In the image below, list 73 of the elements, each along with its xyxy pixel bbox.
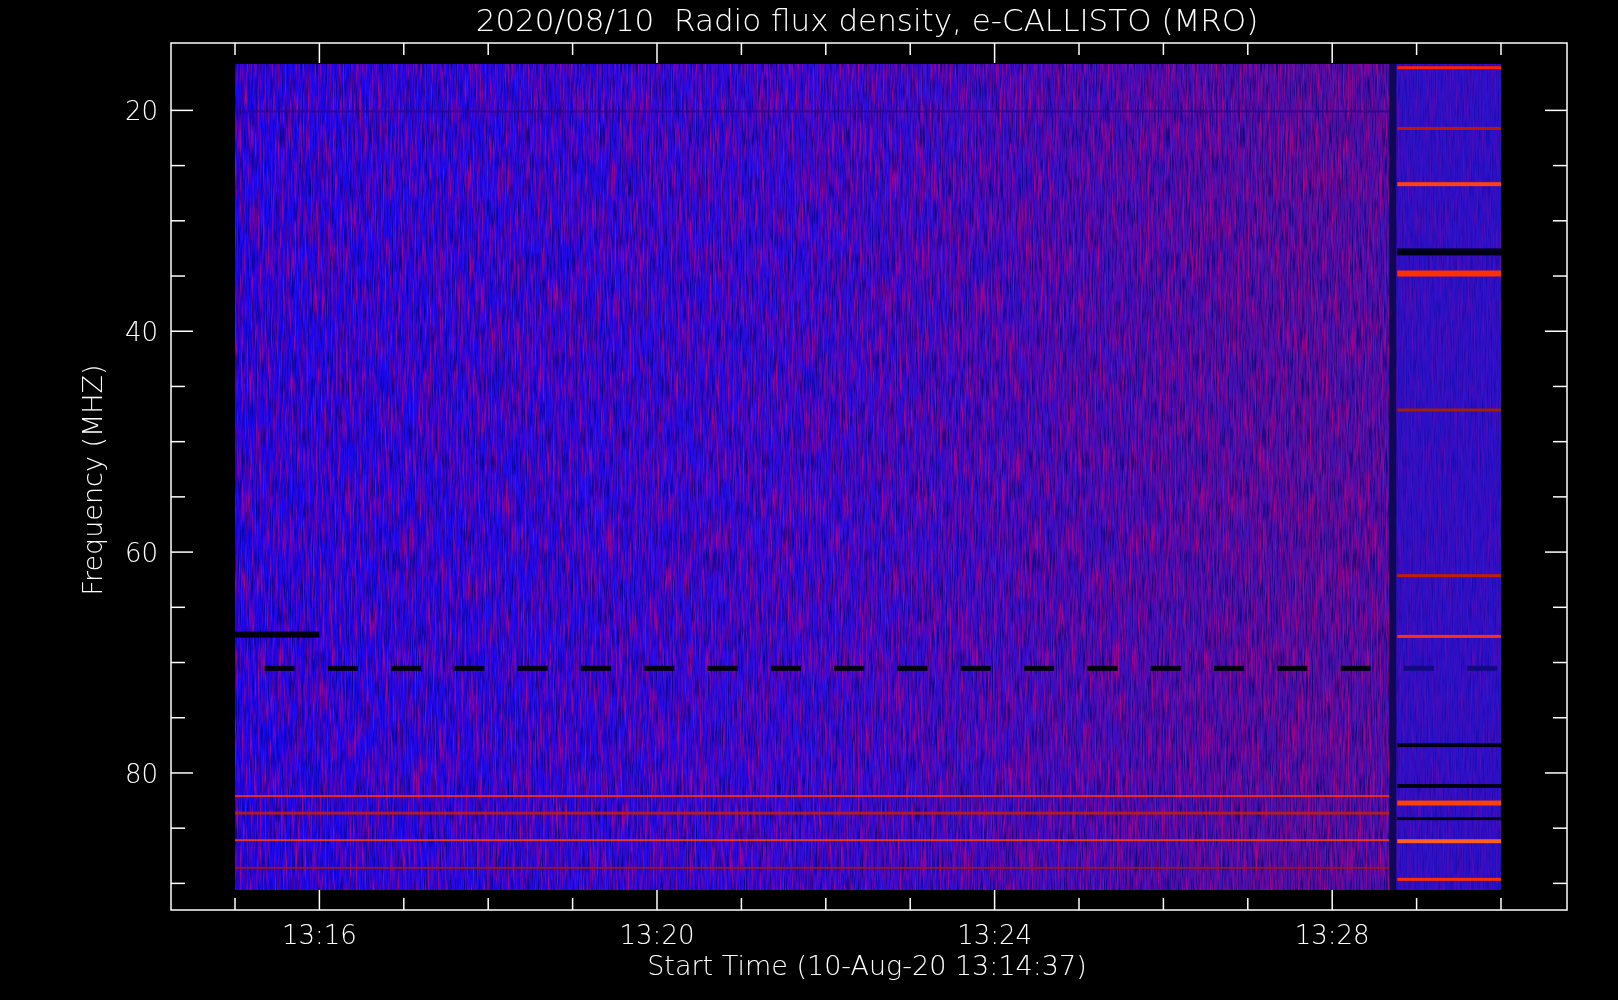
tick-label: 13:16	[281, 920, 357, 950]
tick-mark	[825, 42, 827, 56]
tick-mark	[1552, 220, 1568, 222]
tick-label: 60	[124, 538, 158, 569]
tick-mark	[909, 897, 911, 911]
tick-mark	[170, 109, 194, 112]
tick-mark	[170, 330, 194, 332]
tick-mark	[1078, 42, 1080, 56]
tick-mark	[170, 882, 186, 885]
tick-mark	[1552, 164, 1568, 167]
tick-mark	[318, 42, 321, 64]
tick-label: 13:24	[957, 920, 1033, 950]
tick-mark	[1544, 772, 1568, 774]
tick-mark	[1552, 385, 1568, 388]
tick-label: 13:28	[1294, 920, 1370, 950]
tick-mark	[1544, 551, 1568, 553]
tick-mark	[170, 164, 186, 167]
tick-mark	[487, 897, 489, 911]
tick-mark	[1331, 42, 1333, 64]
tick-mark	[1552, 717, 1568, 719]
tick-mark	[1552, 440, 1568, 443]
tick-label: 20	[124, 96, 158, 127]
tick-mark	[1552, 661, 1568, 664]
tick-mark	[1544, 330, 1568, 332]
tick-mark	[740, 897, 743, 911]
tick-mark	[1552, 275, 1568, 277]
tick-mark	[1331, 889, 1333, 911]
tick-mark	[571, 897, 574, 911]
tick-mark	[1544, 109, 1568, 112]
tick-mark	[170, 606, 186, 609]
tick-mark	[403, 897, 405, 911]
tick-mark	[234, 897, 236, 911]
tick-mark	[487, 42, 489, 56]
tick-mark	[170, 220, 186, 222]
tick-mark	[170, 551, 194, 553]
tick-mark	[170, 385, 186, 388]
tick-mark	[170, 275, 186, 277]
tick-mark	[656, 889, 658, 911]
tick-mark	[318, 889, 321, 911]
axis-label: Start Time (10-Aug-20 13:14:37)	[647, 950, 1087, 981]
tick-mark	[170, 661, 186, 664]
tick-label: 80	[124, 758, 158, 789]
tick-mark	[170, 827, 186, 829]
tick-mark	[1078, 897, 1080, 911]
tick-mark	[1552, 827, 1568, 829]
tick-mark	[1500, 897, 1502, 911]
tick-mark	[1415, 42, 1418, 56]
tick-mark	[1552, 496, 1568, 498]
tick-mark	[1415, 897, 1418, 911]
tick-label: 40	[124, 317, 158, 348]
tick-mark	[1247, 897, 1249, 911]
tick-mark	[1500, 42, 1502, 56]
tick-mark	[234, 42, 236, 56]
tick-mark	[170, 772, 194, 774]
tick-mark	[993, 889, 996, 911]
tick-mark	[170, 717, 186, 719]
tick-mark	[993, 42, 996, 64]
chart-title: 2020/08/10 Radio flux density, e-CALLISTO (MRO)	[475, 2, 1259, 38]
tick-mark	[1552, 882, 1568, 885]
tick-mark	[571, 42, 574, 56]
tick-mark	[740, 42, 743, 56]
tick-mark	[1162, 42, 1165, 56]
tick-mark	[656, 42, 658, 64]
tick-label: 13:20	[619, 920, 695, 950]
tick-mark	[1247, 42, 1249, 56]
tick-mark	[403, 42, 405, 56]
tick-mark	[825, 897, 827, 911]
axis-label: Frequency (MHZ)	[77, 364, 108, 596]
tick-mark	[1162, 897, 1165, 911]
tick-mark	[170, 440, 186, 443]
tick-mark	[170, 496, 186, 498]
tick-mark	[1552, 606, 1568, 609]
tick-mark	[909, 42, 911, 56]
